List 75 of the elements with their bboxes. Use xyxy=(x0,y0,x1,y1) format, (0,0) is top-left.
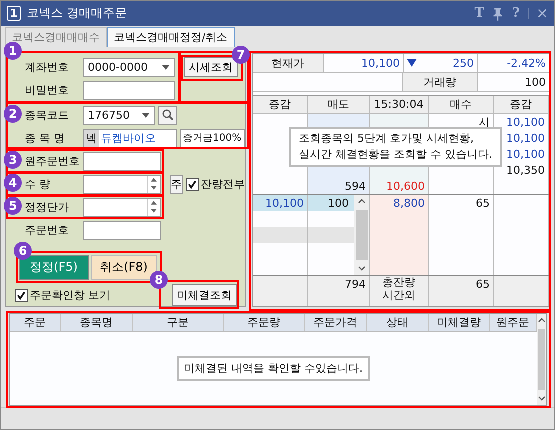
close-icon[interactable] xyxy=(528,8,548,19)
column-header: 증감 xyxy=(253,96,308,113)
field-label: 종목코드 xyxy=(25,108,70,122)
chevron-down-icon[interactable] xyxy=(538,396,546,401)
table-cell: 794 xyxy=(308,276,370,306)
current-price-label: 현재가 xyxy=(253,54,324,72)
chevron-up-icon[interactable] xyxy=(358,199,366,204)
column-header: 증감 xyxy=(494,96,549,113)
field-label: 원주문번호 xyxy=(25,154,80,168)
check-icon xyxy=(16,290,27,300)
volume-label: 거래량 xyxy=(403,73,478,91)
field-label: 비밀번호 xyxy=(25,82,70,98)
price-spinner[interactable] xyxy=(83,198,161,216)
field-label: 계좌번호 xyxy=(25,60,70,74)
search-button[interactable] xyxy=(158,106,177,124)
unit-button[interactable]: 주 xyxy=(170,174,183,194)
cancel-button[interactable]: 취소(F8) xyxy=(91,254,157,280)
change-rate: -2.42% xyxy=(506,56,547,72)
total-remaining-label: 총잔량 xyxy=(382,276,416,289)
column-header: 주문 xyxy=(10,314,61,331)
column-header: 구분 xyxy=(133,314,224,331)
check-icon xyxy=(187,178,198,190)
stock-name-field[interactable]: 넥 듀켐바이오 xyxy=(83,128,177,148)
chevron-up-icon[interactable] xyxy=(538,318,546,323)
tab[interactable]: 코넥스경매매정정/취소 xyxy=(107,27,235,47)
table-cell: 65 xyxy=(429,195,494,211)
title-bar-button[interactable]: ? xyxy=(512,6,520,21)
column-header: 매도 xyxy=(308,96,370,113)
stock-code-dropdown[interactable]: 176750 xyxy=(83,106,155,124)
chevron-down-icon[interactable] xyxy=(358,266,366,271)
unfilled-query-button[interactable]: 미체결조회 xyxy=(172,284,237,306)
caret-icon xyxy=(142,112,150,118)
after-hours-label: 시간외 xyxy=(382,289,416,302)
title-bar-button[interactable]: T xyxy=(474,6,484,21)
volume: 100 xyxy=(524,74,547,90)
field-label: 수 량 xyxy=(25,176,52,192)
pin-icon[interactable] xyxy=(492,6,504,20)
column-header: 15:30:04 xyxy=(370,96,429,113)
price-change: 250 xyxy=(453,56,474,70)
table-cell xyxy=(253,227,308,243)
confirm-checkbox[interactable]: 주문확인창 보기 xyxy=(15,288,110,302)
original-order-field[interactable] xyxy=(83,152,161,170)
step-badge: 7 xyxy=(232,46,250,64)
table-cell: 10,100 xyxy=(253,195,308,211)
table-cell: 8,800 xyxy=(370,195,429,211)
caret-icon xyxy=(162,64,170,70)
column-header: 상태 xyxy=(367,314,429,331)
scrollbar[interactable] xyxy=(354,195,369,275)
column-header: 미체결량 xyxy=(429,314,490,331)
quote-button[interactable]: 시세조회 xyxy=(184,57,238,77)
order-number-field[interactable] xyxy=(83,220,161,240)
margin-label: 증거금100% xyxy=(180,128,245,148)
column-header: 매수 xyxy=(429,96,494,113)
remaining-all-checkbox[interactable]: 잔량전부 xyxy=(186,176,245,192)
current-price: 10,100 xyxy=(324,54,404,72)
table-cell: 10,600 xyxy=(370,178,429,194)
column-header: 주문가격 xyxy=(305,314,367,331)
app-icon: 1 xyxy=(7,6,21,21)
tooltip: 조회종목의 5단계 호가및 시세현황, 실시간 체결현황을 조회할 수 있습니다. xyxy=(289,127,502,167)
field-label: 정정단가 xyxy=(25,200,70,214)
column-header: 종목명 xyxy=(61,314,133,331)
window-title: 코넥스 경매매주문 xyxy=(27,5,127,22)
account-dropdown[interactable]: 0000-0000 xyxy=(83,58,175,76)
table-cell: 65 xyxy=(429,276,494,306)
password-field[interactable] xyxy=(83,80,175,100)
field-label: 주문번호 xyxy=(25,222,70,238)
scrollbar[interactable] xyxy=(537,314,546,405)
column-header: 주문량 xyxy=(224,314,305,331)
empty-message: 미체결된 내역을 확인할 수있습니다. xyxy=(177,356,370,381)
quantity-spinner[interactable] xyxy=(83,174,161,194)
table-cell: 594 xyxy=(308,178,370,194)
search-icon xyxy=(162,109,174,121)
tab[interactable]: 코넥스경매매매수 xyxy=(5,27,107,47)
modify-button[interactable]: 정정(F5) xyxy=(19,254,89,280)
field-label: 종 목 명 xyxy=(25,130,66,146)
